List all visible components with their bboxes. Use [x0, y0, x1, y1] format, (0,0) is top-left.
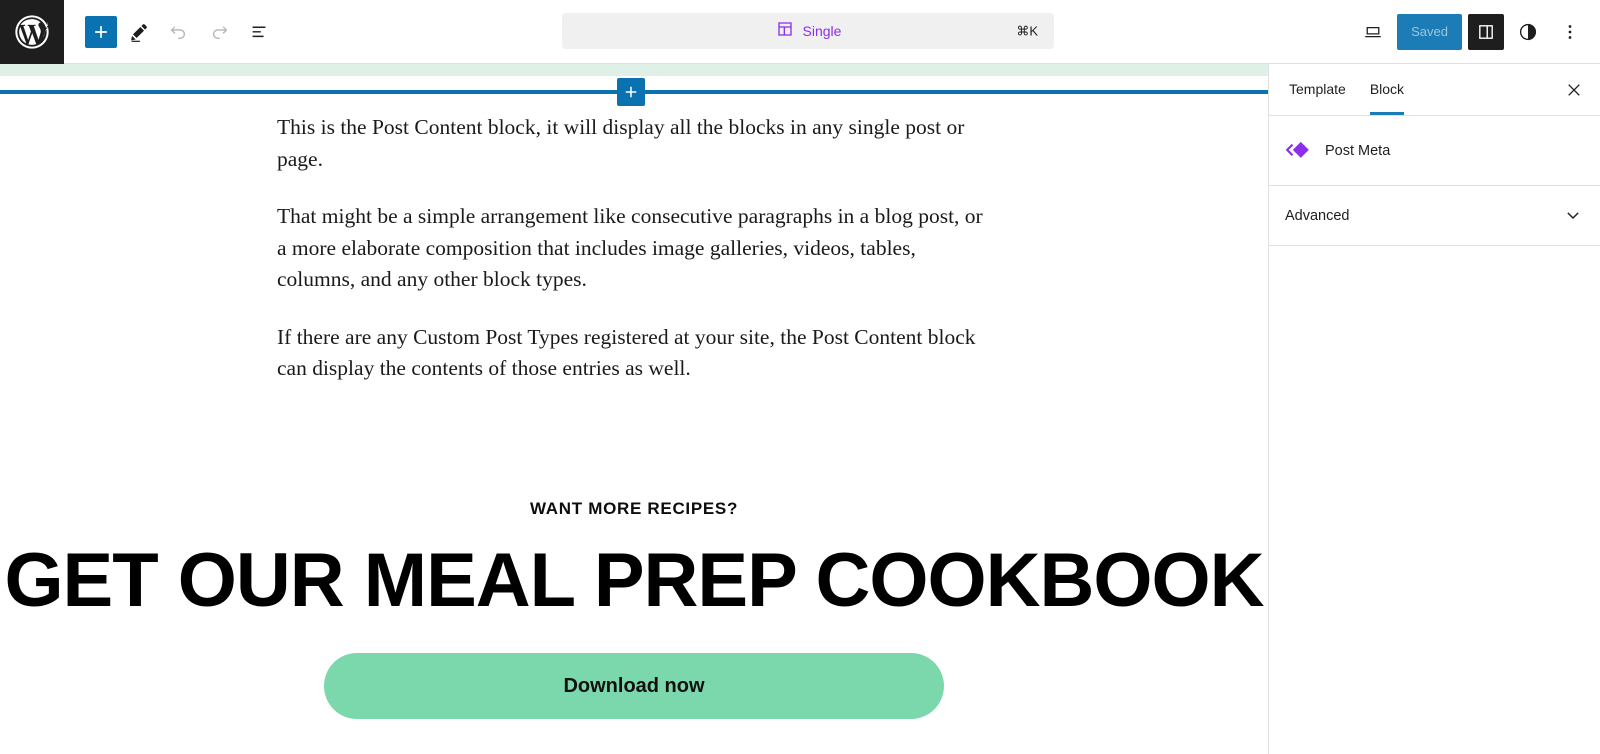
inline-block-inserter-button[interactable]: [617, 78, 645, 106]
editor-canvas[interactable]: This is the Post Content block, it will …: [0, 64, 1268, 754]
undo-button[interactable]: [161, 14, 197, 50]
settings-sidebar: Template Block Post Meta Advanced: [1268, 64, 1600, 754]
undo-arrow-icon: [168, 21, 190, 43]
wordpress-logo-button[interactable]: [0, 0, 64, 64]
post-paragraph[interactable]: If there are any Custom Post Types regis…: [277, 322, 991, 385]
template-part-highlight: [0, 64, 1268, 76]
header-left-toolbar: [85, 14, 277, 50]
redo-button[interactable]: [201, 14, 237, 50]
tab-template[interactable]: Template: [1277, 64, 1358, 115]
tools-edit-button[interactable]: [121, 14, 157, 50]
more-options-button[interactable]: [1552, 14, 1588, 50]
post-content-block[interactable]: This is the Post Content block, it will …: [277, 112, 991, 385]
editor-header: Single ⌘K Saved: [0, 0, 1600, 64]
more-options-vertical-dots-icon: [1559, 21, 1581, 43]
close-sidebar-button[interactable]: [1556, 72, 1592, 108]
cta-eyebrow-text[interactable]: WANT MORE RECIPES?: [0, 500, 1268, 517]
wordpress-site-editor: Single ⌘K Saved This is the Post Content…: [0, 0, 1600, 754]
close-x-icon: [1564, 80, 1584, 100]
tab-block[interactable]: Block: [1358, 64, 1416, 115]
preview-device-button[interactable]: [1355, 14, 1391, 50]
document-title: Single: [802, 23, 842, 39]
call-to-action-section[interactable]: WANT MORE RECIPES? GET OUR MEAL PREP COO…: [0, 500, 1268, 719]
pencil-edit-icon: [128, 21, 150, 43]
advanced-panel-label: Advanced: [1285, 207, 1350, 224]
template-layout-icon: [775, 19, 795, 44]
plus-icon: [622, 83, 640, 101]
cta-heading[interactable]: GET OUR MEAL PREP COOKBOOK: [0, 541, 1268, 621]
post-paragraph[interactable]: This is the Post Content block, it will …: [277, 112, 991, 175]
sidebar-tab-list: Template Block: [1269, 64, 1600, 116]
styles-contrast-icon: [1517, 21, 1539, 43]
advanced-panel-toggle[interactable]: Advanced: [1269, 186, 1600, 246]
download-now-button[interactable]: Download now: [324, 652, 944, 719]
save-button[interactable]: Saved: [1397, 14, 1462, 50]
wordpress-logo-icon: [12, 12, 52, 52]
chevron-down-icon: [1562, 205, 1584, 227]
settings-sidebar-toggle-button[interactable]: [1468, 14, 1504, 50]
command-palette-shortcut: ⌘K: [1016, 23, 1038, 39]
header-right-toolbar: Saved: [1355, 0, 1588, 64]
post-paragraph[interactable]: That might be a simple arrangement like …: [277, 201, 991, 296]
desktop-preview-icon: [1362, 21, 1384, 43]
document-bar[interactable]: Single ⌘K: [562, 13, 1054, 49]
add-block-button[interactable]: [85, 15, 117, 48]
document-overview-button[interactable]: [241, 14, 277, 50]
styles-button[interactable]: [1510, 14, 1546, 50]
plus-icon: [91, 22, 111, 42]
block-card: Post Meta: [1269, 116, 1600, 186]
post-meta-diamond-icon: [1285, 138, 1311, 164]
document-bar-inner: Single: [775, 19, 842, 44]
block-card-title: Post Meta: [1325, 142, 1391, 159]
settings-sidebar-icon: [1475, 21, 1497, 43]
document-overview-icon: [248, 21, 270, 43]
redo-arrow-icon: [208, 21, 230, 43]
